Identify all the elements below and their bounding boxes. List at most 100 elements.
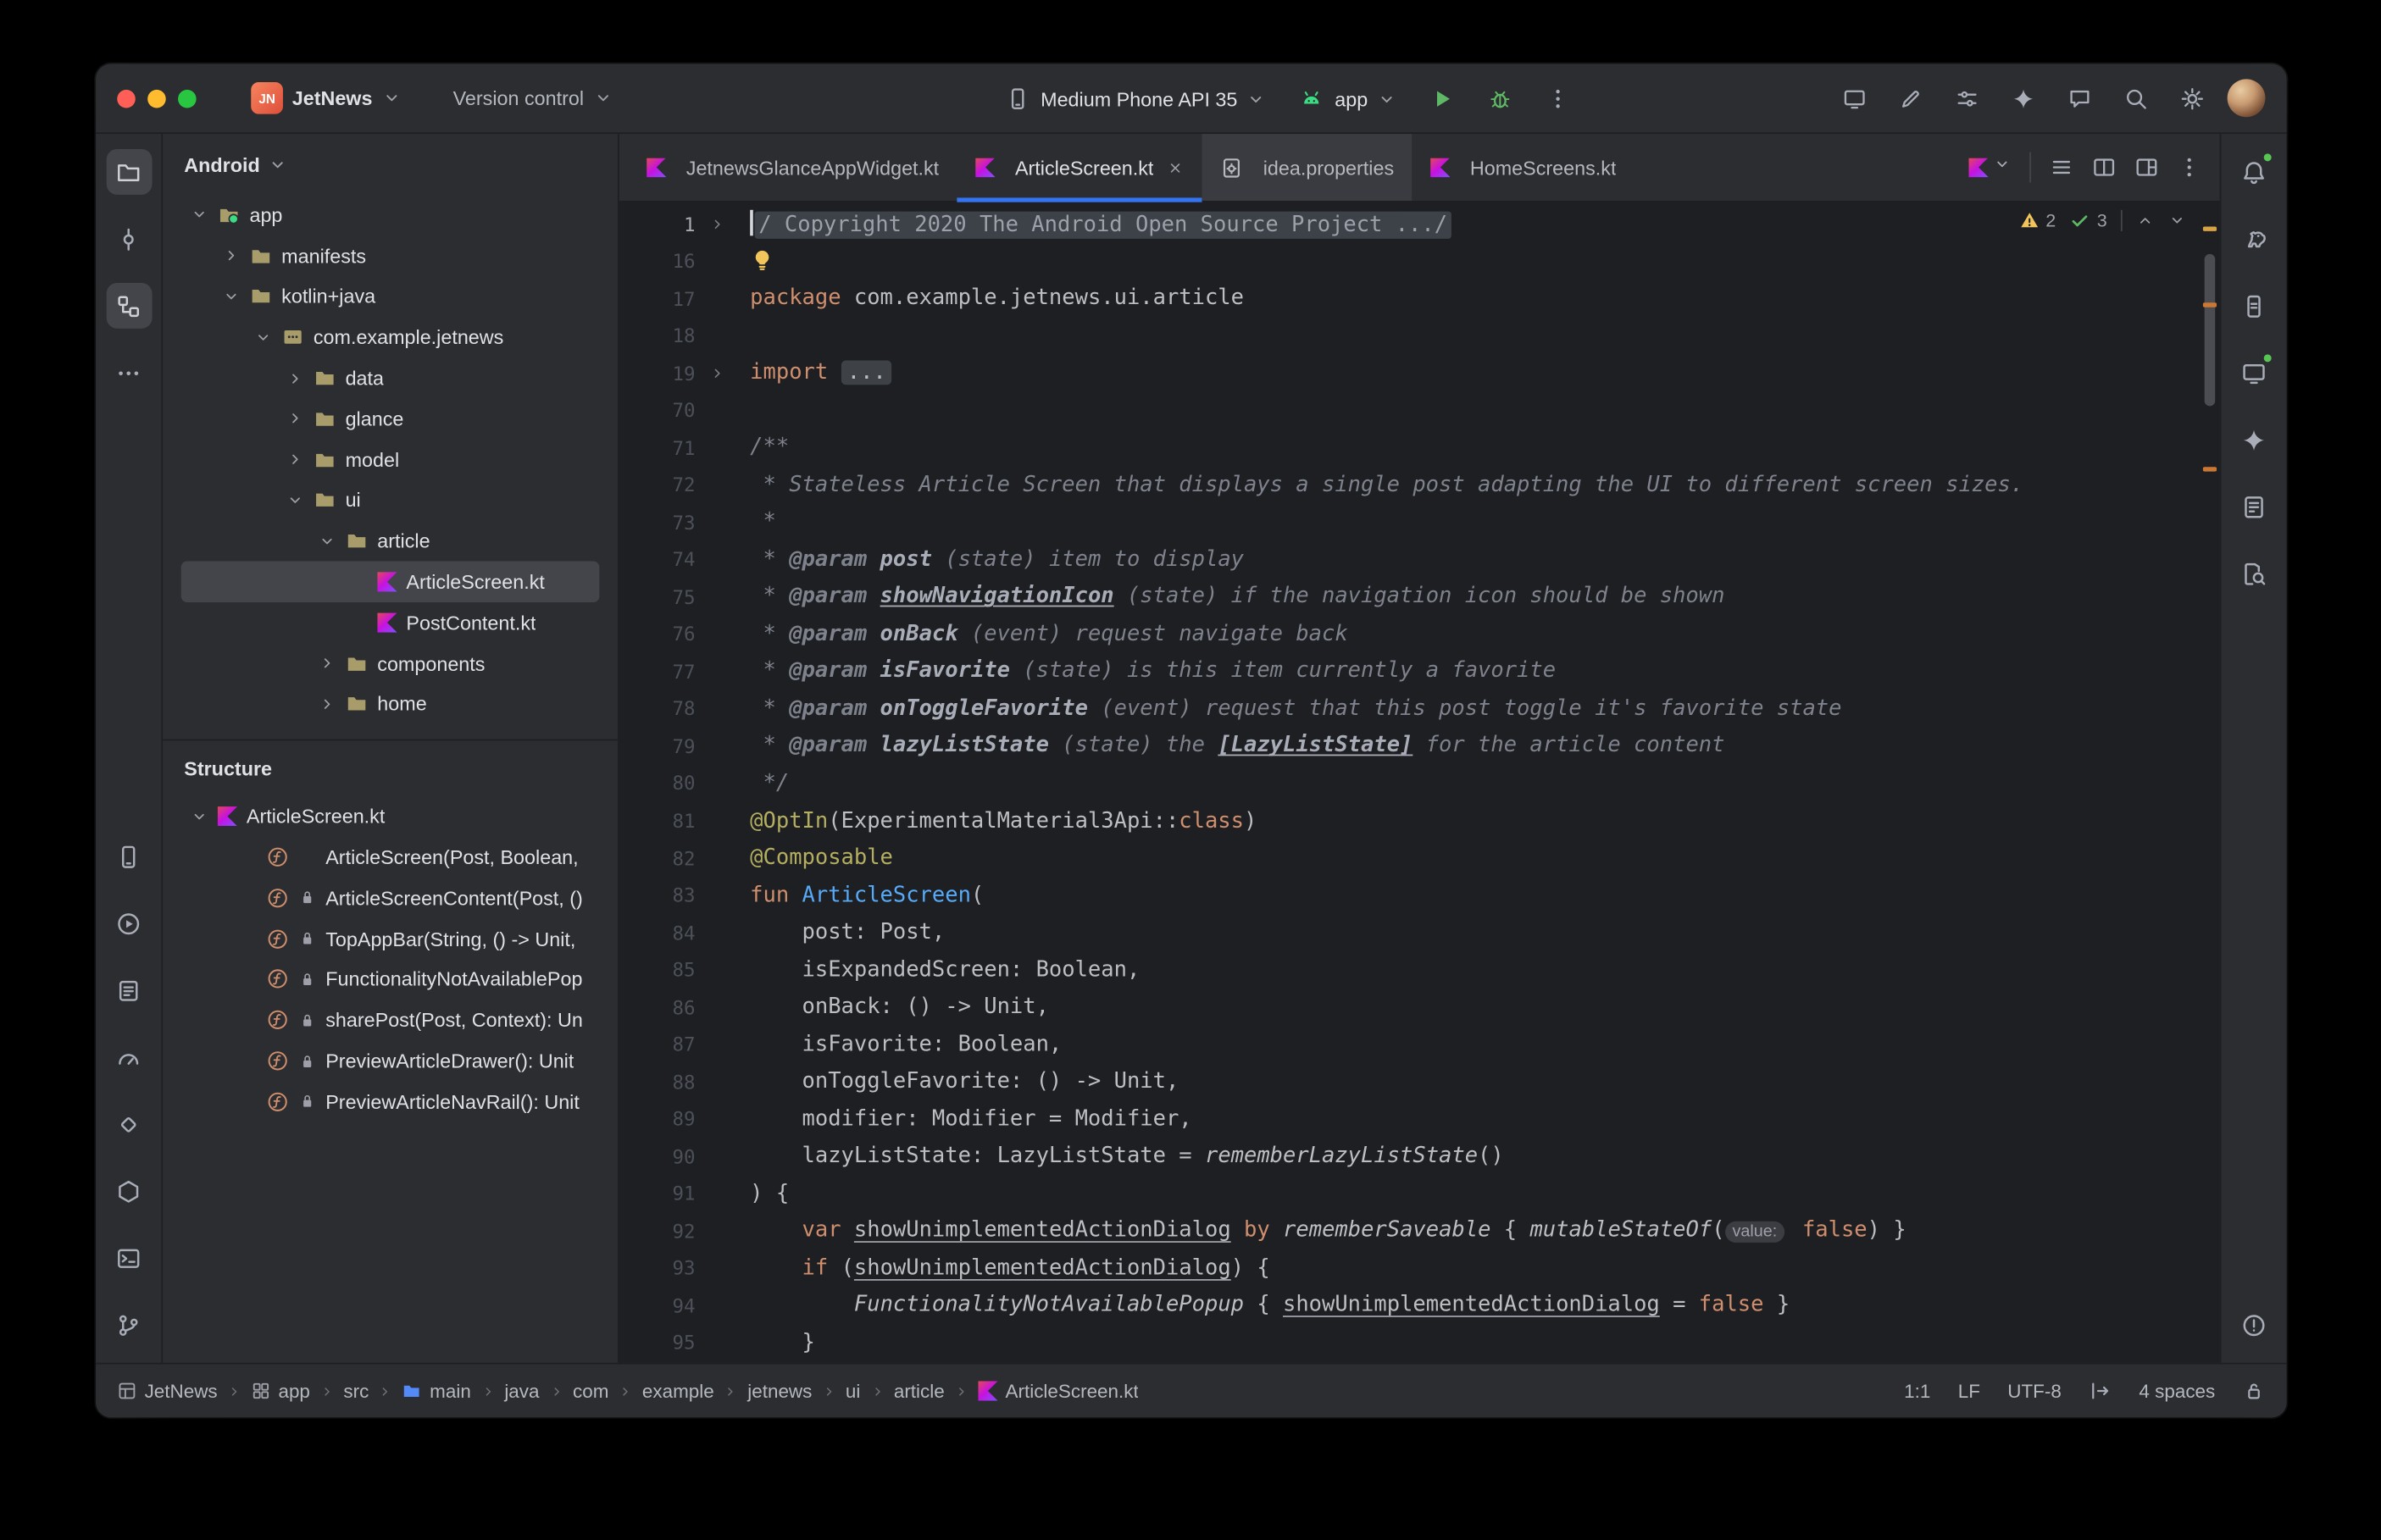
project-item-app[interactable]: app — [181, 195, 600, 235]
code-line-75[interactable]: 75 * @param showNavigationIcon (state) i… — [619, 579, 2220, 616]
breadcrumb-jetnews[interactable]: JetNews — [117, 1380, 217, 1401]
project-widget[interactable]: JN JetNews — [241, 76, 410, 120]
code-line-81[interactable]: 81@OptIn(ExperimentalMaterial3Api::class… — [619, 802, 2220, 839]
code-line-72[interactable]: 72 * Stateless Article Screen that displ… — [619, 467, 2220, 504]
preview-layout-button[interactable] — [2134, 155, 2159, 180]
more-horizontal-button[interactable] — [106, 350, 152, 396]
structure-button[interactable] — [106, 283, 152, 329]
structure-item-articlescreen-post-boolean[interactable]: ArticleScreen(Post, Boolean, — [181, 837, 600, 878]
zoom-window-button[interactable] — [178, 89, 197, 108]
breadcrumb-main[interactable]: main — [402, 1380, 471, 1401]
tree-toggle[interactable] — [222, 287, 249, 306]
breadcrumb-article[interactable]: article — [894, 1380, 945, 1401]
code-line-80[interactable]: 80 */ — [619, 765, 2220, 802]
logcat-button[interactable] — [106, 967, 152, 1013]
code-line-89[interactable]: 89 modifier: Modifier = Modifier, — [619, 1100, 2220, 1138]
terminal-button[interactable] — [106, 1235, 152, 1281]
code-line-76[interactable]: 76 * @param onBack (event) request navig… — [619, 616, 2220, 653]
code-line-78[interactable]: 78 * @param onToggleFavorite (event) req… — [619, 690, 2220, 728]
breadcrumb-articlescreen-kt[interactable]: ArticleScreen.kt — [978, 1380, 1138, 1401]
code-line-19[interactable]: 19import ... — [619, 354, 2220, 391]
project-item-manifests[interactable]: manifests — [181, 235, 600, 276]
tab-jetnewsglanceappwidget-kt[interactable]: JetnewsGlanceAppWidget.kt — [629, 134, 957, 201]
code-line-74[interactable]: 74 * @param post (state) item to display — [619, 541, 2220, 579]
structure-item-functionalitynotavailablepop[interactable]: FunctionalityNotAvailablePop — [181, 959, 600, 1000]
tree-toggle[interactable] — [286, 451, 314, 469]
code-line-73[interactable]: 73 * — [619, 504, 2220, 541]
hidden-tabs-dropdown[interactable] — [1968, 153, 2011, 180]
code-line-85[interactable]: 85 isExpandedScreen: Boolean, — [619, 951, 2220, 989]
inspections-widget[interactable]: 2 3 — [2009, 207, 2195, 234]
split-editor-button[interactable] — [2092, 155, 2117, 180]
structure-item-sharepost-post-context-un[interactable]: sharePost(Post, Context): Un — [181, 1000, 600, 1040]
code-line-70[interactable]: 70 — [619, 391, 2220, 429]
code-line-92[interactable]: 92 var showUnimplementedActionDialog by … — [619, 1212, 2220, 1249]
settings-gear-button[interactable] — [2171, 77, 2213, 119]
project-item-postcontent-kt[interactable]: PostContent.kt — [181, 602, 600, 643]
code-line-17[interactable]: 17package com.example.jetnews.ui.article — [619, 280, 2220, 317]
search-everywhere-button[interactable] — [2115, 77, 2157, 119]
profiler-button[interactable] — [106, 1034, 152, 1080]
code-line-16[interactable]: 16 — [619, 242, 2220, 280]
tree-toggle[interactable] — [318, 695, 345, 713]
passed-indicator[interactable]: 3 — [2069, 210, 2106, 231]
tab-idea-properties[interactable]: idea.properties — [1202, 134, 1413, 201]
code-area[interactable]: 1/ Copyright 2020 The Android Open Sourc… — [619, 202, 2220, 1361]
breadcrumb-java[interactable]: java — [504, 1380, 539, 1401]
code-line-91[interactable]: 91) { — [619, 1175, 2220, 1212]
device-explorer-button[interactable] — [2231, 283, 2277, 329]
more-actions-button[interactable] — [1537, 78, 1579, 120]
caret-position[interactable]: 1:1 — [1904, 1380, 1930, 1401]
project-item-com-example-jetnews[interactable]: com.example.jetnews — [181, 317, 600, 357]
tree-toggle[interactable] — [318, 532, 345, 551]
tab-list-button[interactable] — [2050, 155, 2074, 180]
feedback-chat-button[interactable] — [2058, 77, 2101, 119]
prev-problem-button[interactable] — [2136, 212, 2155, 230]
tree-toggle[interactable] — [222, 247, 249, 265]
code-line-79[interactable]: 79 * @param lazyListState (state) the [L… — [619, 728, 2220, 765]
editor-more-button[interactable] — [2177, 155, 2201, 180]
run-tool-button[interactable] — [106, 900, 152, 946]
tab-articlescreen-kt[interactable]: ArticleScreen.kt — [957, 134, 1202, 201]
code-line-94[interactable]: 94 FunctionalityNotAvailablePopup { show… — [619, 1287, 2220, 1324]
code-line-88[interactable]: 88 onToggleFavorite: () -> Unit, — [619, 1063, 2220, 1100]
vcs-widget[interactable]: Version control — [444, 80, 622, 115]
project-item-home[interactable]: home — [181, 684, 600, 724]
project-folder-button[interactable] — [106, 149, 152, 195]
project-item-data[interactable]: data — [181, 357, 600, 398]
device-selector[interactable]: Medium Phone API 35 — [996, 80, 1275, 118]
assistant-doc-button[interactable] — [2231, 484, 2277, 529]
editor[interactable]: 1/ Copyright 2020 The Android Open Sourc… — [619, 202, 2220, 1363]
document-search-button[interactable] — [2231, 551, 2277, 596]
project-item-glance[interactable]: glance — [181, 398, 600, 439]
code-line-77[interactable]: 77 * @param isFavorite (state) is this i… — [619, 653, 2220, 690]
write-access-lock-icon[interactable] — [2243, 1380, 2266, 1403]
gradle-button[interactable] — [2231, 216, 2277, 262]
debug-button[interactable] — [1479, 78, 1521, 120]
breadcrumb-app[interactable]: app — [251, 1380, 310, 1401]
code-line-1[interactable]: 1/ Copyright 2020 The Android Open Sourc… — [619, 205, 2220, 242]
code-line-90[interactable]: 90 lazyListState: LazyListState = rememb… — [619, 1138, 2220, 1175]
project-item-ui[interactable]: ui — [181, 480, 600, 521]
user-avatar[interactable] — [2228, 79, 2266, 117]
code-line-95[interactable]: 95 } — [619, 1324, 2220, 1361]
tree-toggle[interactable] — [318, 654, 345, 673]
tree-toggle[interactable] — [286, 369, 314, 388]
tree-toggle[interactable] — [190, 206, 217, 224]
run-config-selector[interactable]: app — [1290, 80, 1406, 118]
intention-bulb-icon[interactable] — [750, 248, 774, 273]
code-line-87[interactable]: 87 isFavorite: Boolean, — [619, 1026, 2220, 1063]
sliders-settings-button[interactable] — [1945, 77, 1988, 119]
build-button[interactable] — [106, 1168, 152, 1214]
project-item-kotlin-java[interactable]: kotlin+java — [181, 276, 600, 317]
breadcrumb-com[interactable]: com — [573, 1380, 608, 1401]
app-insights-button[interactable] — [106, 1101, 152, 1147]
running-devices-button[interactable] — [2231, 350, 2277, 396]
tree-toggle[interactable] — [286, 491, 314, 510]
structure-item-articlescreen-kt[interactable]: ArticleScreen.kt — [181, 796, 600, 837]
close-window-button[interactable] — [117, 89, 136, 108]
close-tab-button[interactable] — [1168, 159, 1185, 176]
code-line-84[interactable]: 84 post: Post, — [619, 914, 2220, 951]
indent-icon[interactable] — [2089, 1380, 2112, 1403]
problems-button[interactable] — [2231, 1302, 2277, 1348]
